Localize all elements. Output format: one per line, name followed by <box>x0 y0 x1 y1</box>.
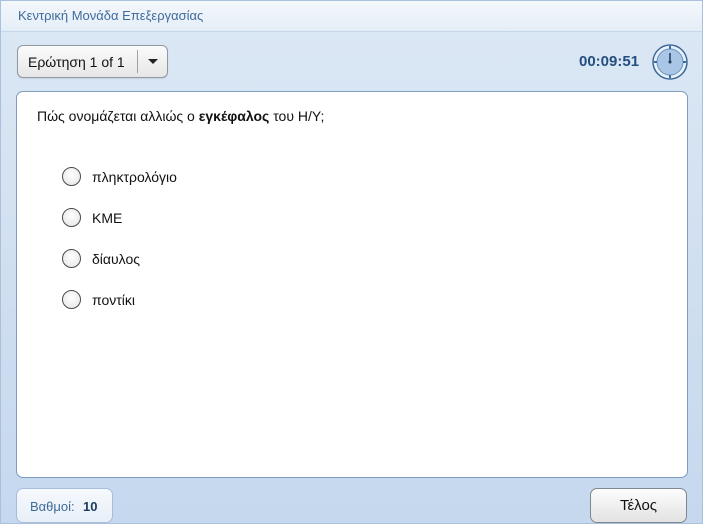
question-text-emphasis: εγκέφαλος <box>198 108 270 124</box>
answer-option-3[interactable]: δίαυλος <box>62 248 282 270</box>
question-text-start: Πώς ονομάζεται αλλιώς ο <box>37 108 199 124</box>
dropdown-divider <box>137 50 138 73</box>
chevron-down-icon[interactable] <box>148 59 158 64</box>
app-window: Κεντρική Μονάδα Επεξεργασίας Ερώτηση 1 o… <box>0 0 703 524</box>
answer-option-label: ΚΜΕ <box>92 210 123 226</box>
question-selector-dropdown[interactable]: Ερώτηση 1 of 1 <box>17 45 168 78</box>
radio-button[interactable] <box>62 208 81 227</box>
score-badge: Βαθμοί: 10 <box>16 488 113 523</box>
finish-button[interactable]: Τέλος <box>590 488 687 523</box>
question-selector-label: Ερώτηση 1 of 1 <box>28 54 125 70</box>
window-title: Κεντρική Μονάδα Επεξεργασίας <box>18 8 204 23</box>
answer-option-4[interactable]: ποντίκι <box>62 289 282 311</box>
question-text: Πώς ονομάζεται αλλιώς ο εγκέφαλος του Η/… <box>37 108 324 124</box>
score-value: 10 <box>83 499 98 514</box>
clock-icon <box>652 44 688 80</box>
answer-option-2[interactable]: ΚΜΕ <box>62 207 282 229</box>
answer-option-label: πληκτρολόγιο <box>92 169 177 185</box>
radio-button[interactable] <box>62 290 81 309</box>
question-panel: Πώς ονομάζεται αλλιώς ο εγκέφαλος του Η/… <box>16 91 688 478</box>
score-label: Βαθμοί: <box>30 499 75 514</box>
timer-display: 00:09:51 <box>579 53 640 70</box>
radio-button[interactable] <box>62 249 81 268</box>
answer-option-1[interactable]: πληκτρολόγιο <box>62 166 282 188</box>
question-text-end: του Η/Υ; <box>269 108 325 124</box>
radio-button[interactable] <box>62 167 81 186</box>
answer-option-label: ποντίκι <box>92 292 135 308</box>
title-bar: Κεντρική Μονάδα Επεξεργασίας <box>1 1 702 32</box>
answer-option-label: δίαυλος <box>92 251 140 267</box>
